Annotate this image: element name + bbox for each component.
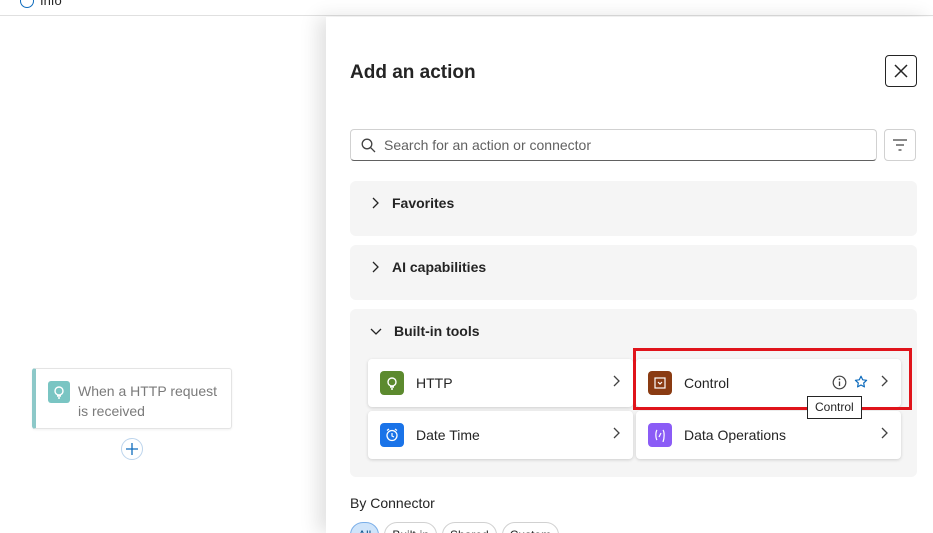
ai-capabilities-label: AI capabilities — [392, 259, 487, 275]
info-tab[interactable]: Info — [20, 0, 62, 8]
add-step-button[interactable] — [121, 438, 143, 460]
connector-filter-pills: All Built-in Shared Custom — [350, 522, 560, 533]
chevron-right-icon — [372, 197, 379, 209]
filter-all[interactable]: All — [350, 522, 380, 533]
control-label: Control — [684, 375, 730, 391]
chevron-right-icon — [881, 375, 888, 387]
clock-icon — [380, 423, 404, 447]
info-label: Info — [40, 0, 62, 8]
data-operations-label: Data Operations — [684, 427, 786, 443]
chevron-down-icon — [370, 328, 382, 335]
panel-title: Add an action — [350, 62, 476, 83]
plus-icon — [126, 443, 138, 455]
control-tooltip: Control — [807, 396, 862, 419]
section-favorites: Favorites — [350, 181, 917, 236]
chevron-right-icon — [372, 261, 379, 273]
top-bar: Info — [0, 0, 933, 16]
ai-capabilities-header[interactable]: AI capabilities — [350, 245, 917, 289]
add-action-panel: Add an action Favorites AI capabilities … — [326, 17, 933, 533]
filter-icon — [893, 139, 907, 151]
section-ai-capabilities: AI capabilities — [350, 245, 917, 300]
by-connector-heading: By Connector — [350, 495, 435, 511]
star-icon[interactable] — [854, 375, 868, 389]
section-built-in-tools: Built-in tools HTTP Control Date Time Da… — [350, 309, 917, 477]
date-time-label: Date Time — [416, 427, 480, 443]
chevron-right-icon — [881, 427, 888, 439]
data-operations-icon — [648, 423, 672, 447]
http-label: HTTP — [416, 375, 453, 391]
http-request-icon — [48, 381, 70, 403]
control-icon — [648, 371, 672, 395]
search-input[interactable] — [384, 137, 864, 153]
info-icon — [20, 0, 34, 8]
chevron-right-icon — [613, 427, 620, 439]
date-time-tile[interactable]: Date Time — [368, 411, 633, 459]
workflow-canvas: When a HTTP request is received — [0, 17, 326, 533]
favorites-header[interactable]: Favorites — [350, 181, 917, 225]
filter-button[interactable] — [884, 129, 916, 161]
built-in-tools-header[interactable]: Built-in tools — [350, 309, 917, 353]
info-icon[interactable] — [832, 375, 847, 390]
favorites-label: Favorites — [392, 195, 455, 211]
filter-shared[interactable]: Shared — [442, 522, 497, 533]
filter-built-in[interactable]: Built-in — [384, 522, 438, 533]
built-in-tools-label: Built-in tools — [394, 323, 480, 339]
close-button[interactable] — [885, 55, 917, 87]
http-trigger-card[interactable]: When a HTTP request is received — [32, 368, 232, 429]
http-icon — [380, 371, 404, 395]
search-icon — [361, 138, 376, 152]
filter-custom[interactable]: Custom — [501, 522, 560, 533]
search-box[interactable] — [350, 129, 877, 161]
chevron-right-icon — [613, 375, 620, 387]
trigger-label: When a HTTP request is received — [78, 383, 218, 419]
http-tile[interactable]: HTTP — [368, 359, 633, 407]
close-icon — [894, 64, 908, 78]
